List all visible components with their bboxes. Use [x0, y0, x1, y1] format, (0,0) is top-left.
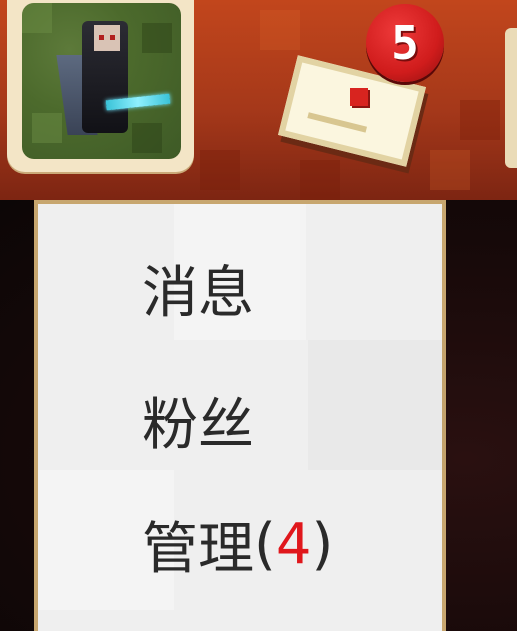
grass-pixel	[22, 3, 52, 33]
character-eye	[110, 35, 115, 40]
menu-tile	[308, 340, 448, 470]
menu-item-label: 管理	[142, 516, 254, 582]
menu-item-fans[interactable]: 粉丝	[142, 380, 254, 460]
menu-item-label: 消息	[142, 260, 254, 326]
manage-count: 4	[275, 511, 312, 577]
side-tab[interactable]	[505, 28, 517, 168]
screen: 5 消息 粉丝 管理(4)	[0, 0, 517, 631]
menu-item-label: 粉丝	[142, 392, 254, 458]
bg-pixel	[460, 100, 500, 140]
envelope-seal	[350, 88, 368, 106]
bg-pixel	[300, 160, 340, 200]
character-eye	[99, 35, 104, 40]
bg-pixel	[200, 150, 240, 190]
menu-item-messages[interactable]: 消息	[142, 248, 254, 328]
bg-pixel	[430, 150, 470, 190]
dropdown-menu: 消息 粉丝 管理(4)	[34, 200, 446, 631]
grass-pixel	[32, 113, 62, 143]
badge-count: 5	[391, 16, 419, 70]
notification-badge[interactable]: 5	[366, 4, 444, 82]
count-close-paren: )	[311, 511, 334, 577]
grass-pixel	[142, 23, 172, 53]
avatar-image	[22, 3, 181, 159]
avatar[interactable]	[7, 0, 194, 172]
menu-item-manage[interactable]: 管理(4)	[142, 504, 333, 584]
bg-pixel	[260, 10, 300, 50]
character-face	[94, 25, 120, 51]
grass-pixel	[132, 123, 162, 153]
count-open-paren: (	[254, 511, 276, 577]
